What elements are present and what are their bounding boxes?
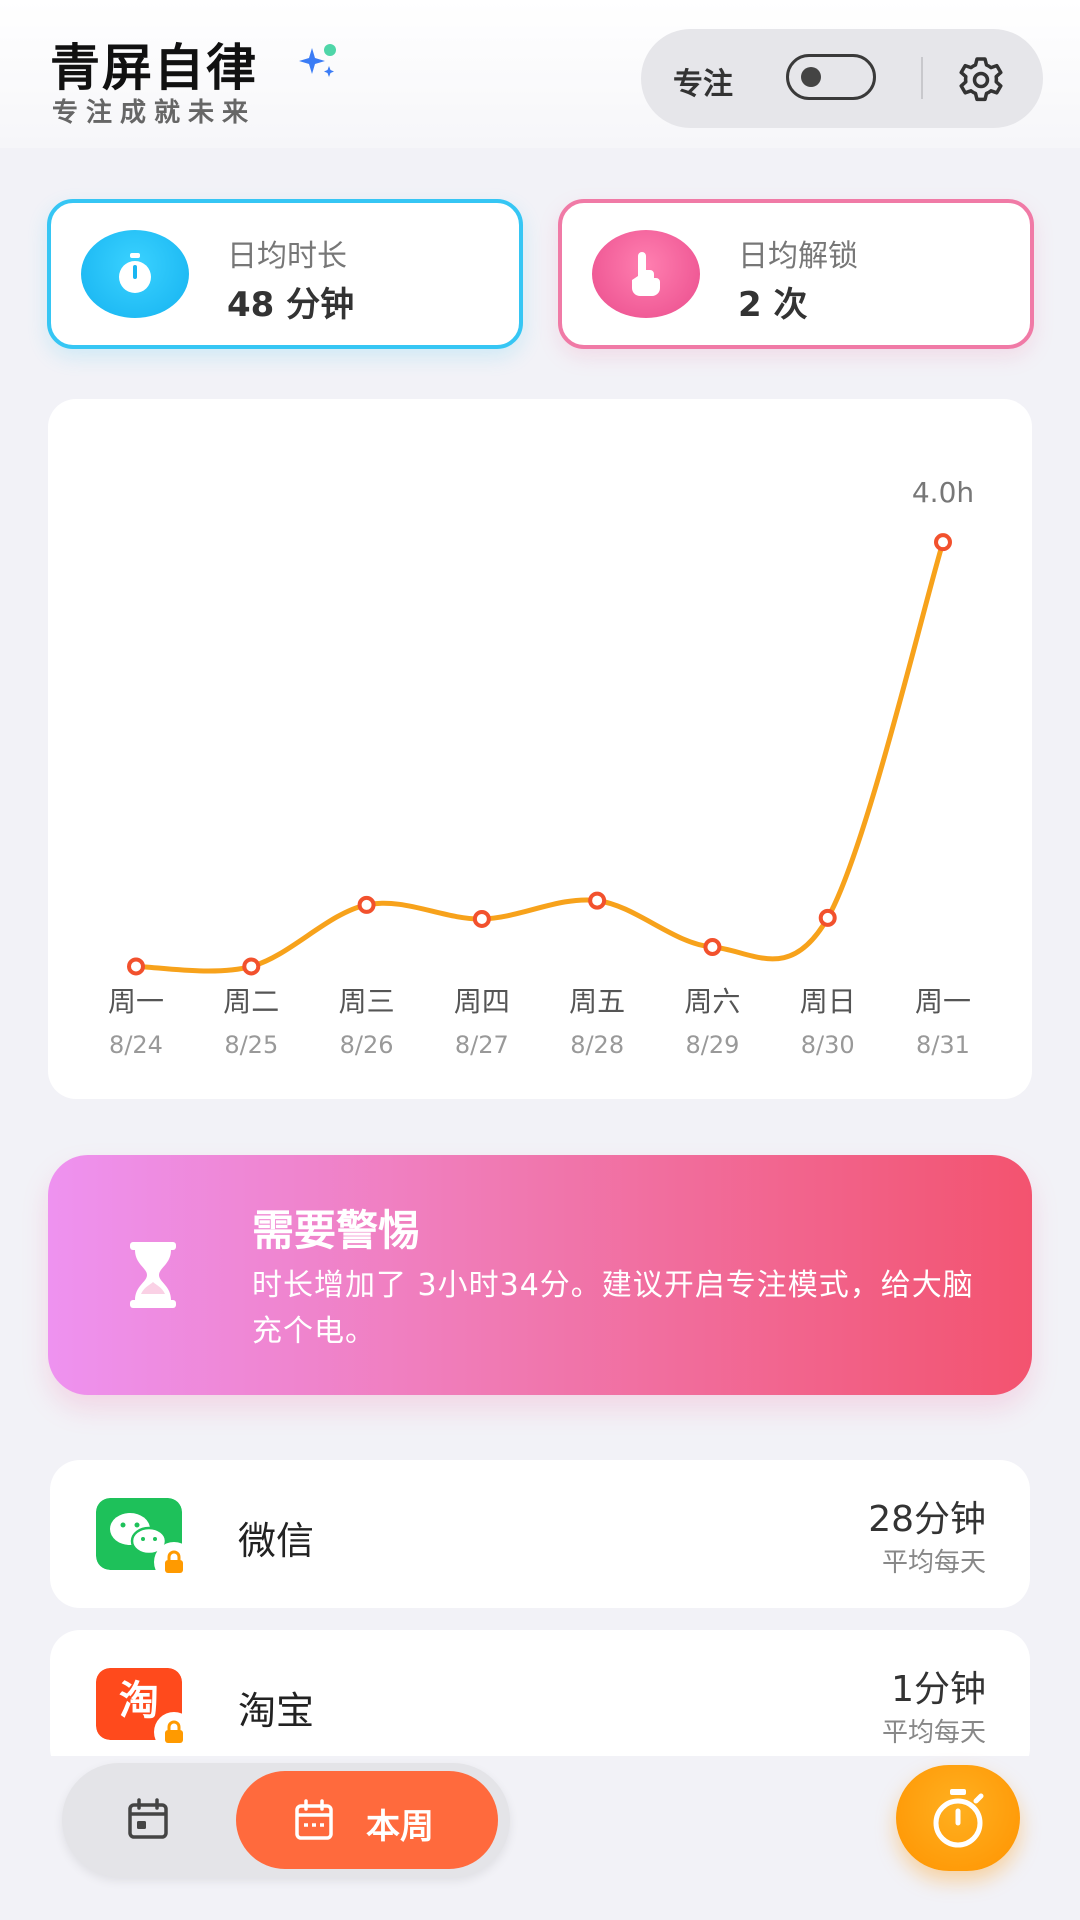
- focus-toggle[interactable]: [786, 54, 876, 100]
- app-usage-time: 28分钟: [868, 1499, 986, 1540]
- period-switch: 本周: [62, 1763, 510, 1877]
- series-line: [133, 539, 946, 974]
- app-row-wechat[interactable]: 微信 28分钟 平均每天: [50, 1460, 1030, 1608]
- lock-icon: [154, 1712, 194, 1752]
- stopwatch-icon: [81, 230, 189, 318]
- x-tick-label: 周四: [454, 985, 510, 1018]
- data-point[interactable]: [472, 909, 491, 928]
- peak-value-label: 4.0h: [912, 476, 974, 509]
- app-usage-time: 1分钟: [891, 1669, 986, 1710]
- x-date-label: 8/24: [109, 1031, 163, 1059]
- x-tick-label: 周三: [339, 985, 395, 1018]
- x-tick-label: 周一: [108, 985, 164, 1018]
- avg-duration-card[interactable]: 日均时长 48 分钟: [47, 199, 523, 349]
- hourglass-icon: [130, 1242, 176, 1308]
- x-tick-label: 周一: [915, 985, 971, 1018]
- header-controls: 专注: [641, 29, 1043, 128]
- x-tick-label: 周日: [800, 985, 856, 1018]
- stat-value: 2 次: [738, 285, 808, 325]
- data-point[interactable]: [934, 533, 952, 552]
- usage-chart: 周一 8/24 周二 8/25 周三 8/26 周四 8/27 周五 8/28 周六 8/29 周日 8/…: [48, 399, 1032, 1099]
- app-name: 淘宝: [238, 1689, 315, 1733]
- toggle-knob: [801, 67, 821, 87]
- divider: [921, 57, 923, 99]
- app-header: 青屏自律 专注成就未来 专注: [0, 0, 1080, 148]
- this-week-label: 本周: [366, 1807, 434, 1847]
- svg-text:淘: 淘: [119, 1678, 159, 1724]
- focus-timer-button[interactable]: [896, 1765, 1020, 1871]
- data-point[interactable]: [357, 895, 376, 914]
- x-tick-label: 周二: [223, 985, 279, 1018]
- gear-icon[interactable]: [956, 55, 1006, 105]
- calendar-day-icon[interactable]: [126, 1797, 170, 1841]
- data-point[interactable]: [818, 908, 837, 927]
- line-chart-svg: 周一 8/24 周二 8/25 周三 8/26 周四 8/27 周五 8/28 周六 8/29 周日 8/…: [108, 476, 974, 1059]
- x-date-label: 8/26: [340, 1031, 394, 1059]
- warning-card[interactable]: 需要警惕 时长增加了 3小时34分。建议开启专注模式，给大脑充个电。: [48, 1155, 1032, 1395]
- data-point[interactable]: [242, 957, 261, 976]
- timer-icon: [933, 1789, 984, 1848]
- avg-unlock-card[interactable]: 日均解锁 2 次: [558, 199, 1034, 349]
- x-date-label: 8/28: [570, 1031, 624, 1059]
- x-tick-label: 周五: [569, 985, 625, 1018]
- tap-hand-icon: [592, 230, 700, 318]
- x-tick-label: 周六: [684, 985, 740, 1018]
- data-point[interactable]: [703, 938, 722, 957]
- x-date-label: 8/29: [685, 1031, 739, 1059]
- sparkle-icon: [299, 44, 336, 77]
- x-date-label: 8/25: [224, 1031, 278, 1059]
- app-usage-sub: 平均每天: [881, 1548, 986, 1578]
- this-week-button[interactable]: 本周: [236, 1771, 498, 1869]
- stat-value: 48 分钟: [227, 285, 355, 325]
- data-point[interactable]: [588, 891, 607, 910]
- focus-label: 专注: [673, 67, 733, 102]
- x-date-label: 8/27: [455, 1031, 509, 1059]
- app-title: 青屏自律: [50, 39, 258, 97]
- app-name: 微信: [238, 1519, 315, 1563]
- lock-icon: [154, 1542, 194, 1582]
- app-usage-sub: 平均每天: [881, 1718, 986, 1748]
- alert-title: 需要警惕: [252, 1206, 421, 1255]
- x-date-label: 8/31: [916, 1031, 970, 1059]
- x-date-label: 8/30: [801, 1031, 855, 1059]
- calendar-week-icon: [295, 1799, 333, 1840]
- data-point[interactable]: [127, 957, 145, 976]
- alert-text: 时长增加了 3小时34分。建议开启专注模式，给大脑充个电。: [252, 1268, 974, 1349]
- stat-label: 日均时长: [227, 239, 347, 274]
- stat-label: 日均解锁: [738, 239, 858, 274]
- app-subtitle: 专注成就未来: [52, 98, 257, 128]
